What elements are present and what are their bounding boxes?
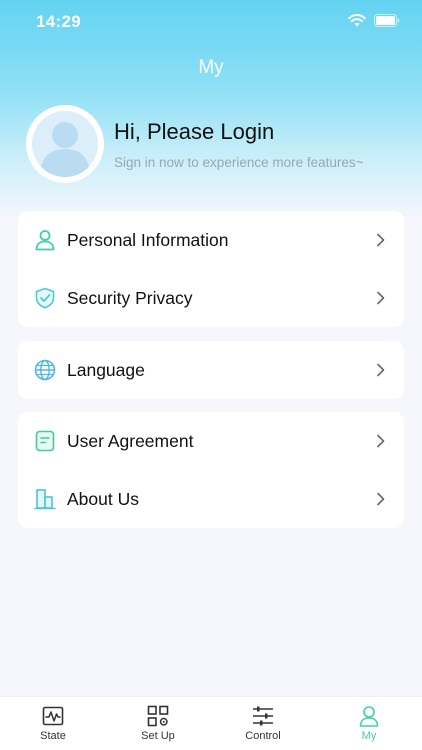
menu-card-account: Personal Information Security Privacy	[18, 211, 404, 327]
menu-item-personal-information[interactable]: Personal Information	[18, 211, 404, 269]
menu-item-label: About Us	[67, 489, 139, 509]
document-icon	[35, 430, 55, 452]
status-time: 14:29	[36, 12, 81, 31]
tab-set-up[interactable]: Set Up	[105, 697, 211, 750]
avatar-placeholder-icon	[32, 111, 98, 177]
battery-icon	[374, 14, 400, 27]
tab-label: Control	[245, 730, 281, 742]
shield-icon	[35, 287, 55, 309]
menu-item-label: User Agreement	[67, 431, 194, 451]
tab-label: State	[40, 730, 66, 742]
login-subtitle: Sign in now to experience more features~	[114, 155, 364, 170]
chevron-right-icon	[377, 291, 385, 305]
wifi-icon	[348, 14, 366, 27]
menu-card-language: Language	[18, 341, 404, 399]
tab-label: My	[361, 730, 377, 742]
grid-settings-icon	[147, 705, 169, 727]
page-title: My	[198, 57, 224, 78]
status-icons	[348, 14, 400, 27]
tab-bar: State Set Up Control My	[0, 696, 422, 750]
status-bar: 14:29	[0, 0, 422, 44]
chevron-right-icon	[377, 233, 385, 247]
chevron-right-icon	[377, 492, 385, 506]
chevron-right-icon	[377, 363, 385, 377]
person-icon	[35, 230, 55, 251]
building-icon	[34, 489, 56, 510]
waveform-icon	[42, 706, 64, 726]
tab-control[interactable]: Control	[210, 697, 316, 750]
sliders-icon	[253, 706, 273, 726]
menu-item-security-privacy[interactable]: Security Privacy	[18, 269, 404, 327]
tab-my[interactable]: My	[316, 697, 422, 750]
menu-item-label: Personal Information	[67, 230, 229, 250]
menu-item-user-agreement[interactable]: User Agreement	[18, 412, 404, 470]
chevron-right-icon	[377, 434, 385, 448]
menu-item-label: Security Privacy	[67, 288, 193, 308]
login-profile[interactable]: Hi, Please Login Sign in now to experien…	[26, 105, 406, 185]
menu-item-about-us[interactable]: About Us	[18, 470, 404, 528]
tab-state[interactable]: State	[0, 697, 106, 750]
tab-label: Set Up	[141, 730, 175, 742]
login-title[interactable]: Hi, Please Login	[114, 119, 274, 145]
avatar[interactable]	[26, 105, 104, 183]
menu-item-label: Language	[67, 360, 145, 380]
menu-item-language[interactable]: Language	[18, 341, 404, 399]
user-icon	[359, 706, 379, 727]
menu-card-info: User Agreement About Us	[18, 412, 404, 528]
globe-icon	[34, 359, 56, 381]
